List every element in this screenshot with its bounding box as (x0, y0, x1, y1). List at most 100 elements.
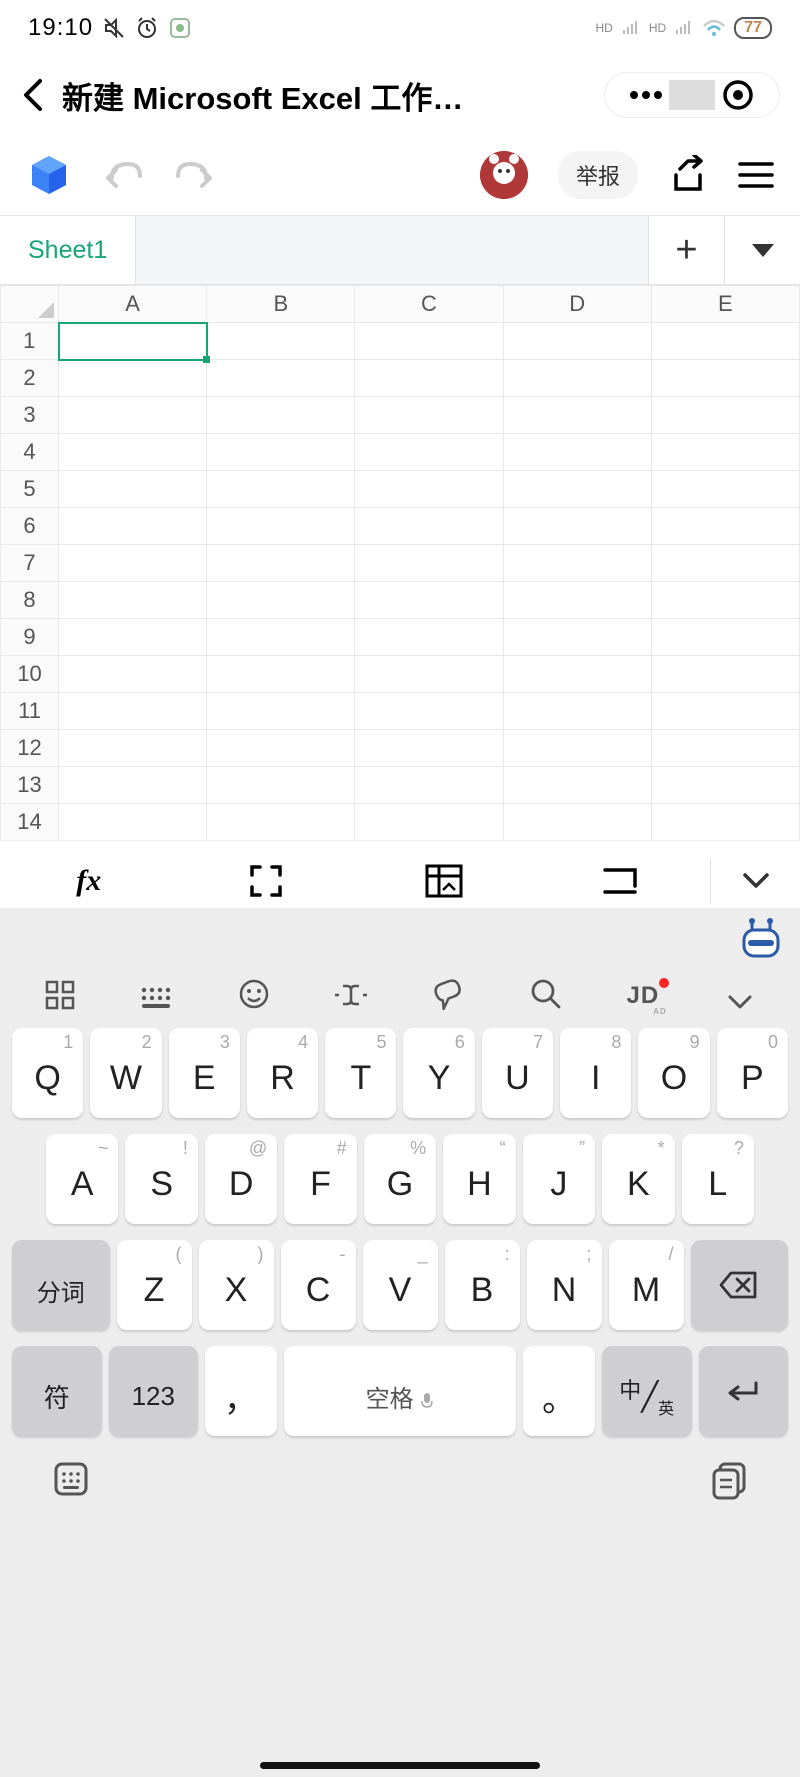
cell-D12[interactable] (503, 730, 651, 767)
cell-C7[interactable] (355, 545, 503, 582)
col-header-D[interactable]: D (503, 286, 651, 323)
key-symbols[interactable]: 符 (12, 1346, 102, 1436)
cell-E8[interactable] (651, 582, 799, 619)
key-O[interactable]: 9O (638, 1028, 709, 1118)
row-header-7[interactable]: 7 (1, 545, 59, 582)
cell-E6[interactable] (651, 508, 799, 545)
kbd-layout-icon[interactable] (127, 986, 187, 1010)
cell-B3[interactable] (207, 397, 355, 434)
cell-B7[interactable] (207, 545, 355, 582)
key-T[interactable]: 5T (325, 1028, 396, 1118)
cell-C1[interactable] (355, 323, 503, 360)
home-indicator[interactable] (260, 1762, 540, 1769)
cell-E11[interactable] (651, 693, 799, 730)
row-header-12[interactable]: 12 (1, 730, 59, 767)
cell-D10[interactable] (503, 656, 651, 693)
cell-B13[interactable] (207, 767, 355, 804)
cell-A14[interactable] (59, 804, 207, 841)
cell-D4[interactable] (503, 434, 651, 471)
key-R[interactable]: 4R (247, 1028, 318, 1118)
cell-E9[interactable] (651, 619, 799, 656)
undo-icon[interactable] (102, 154, 144, 196)
row-header-11[interactable]: 11 (1, 693, 59, 730)
cell-C10[interactable] (355, 656, 503, 693)
app-logo-icon[interactable] (26, 152, 72, 198)
cell-D2[interactable] (503, 360, 651, 397)
row-header-13[interactable]: 13 (1, 767, 59, 804)
key-segment[interactable]: 分词 (12, 1240, 110, 1330)
cell-B9[interactable] (207, 619, 355, 656)
cell-D7[interactable] (503, 545, 651, 582)
cell-D8[interactable] (503, 582, 651, 619)
cell-C13[interactable] (355, 767, 503, 804)
col-header-C[interactable]: C (355, 286, 503, 323)
key-J[interactable]: ”J (523, 1134, 595, 1224)
key-L[interactable]: ?L (682, 1134, 754, 1224)
key-enter[interactable] (699, 1346, 789, 1436)
cell-B2[interactable] (207, 360, 355, 397)
key-F[interactable]: #F (284, 1134, 356, 1224)
cell-E2[interactable] (651, 360, 799, 397)
share-icon[interactable] (668, 155, 708, 195)
select-all-corner[interactable] (1, 286, 59, 323)
cell-A10[interactable] (59, 656, 207, 693)
cell-A9[interactable] (59, 619, 207, 656)
key-language[interactable]: 中╱英 (602, 1346, 692, 1436)
cell-C9[interactable] (355, 619, 503, 656)
cell-C8[interactable] (355, 582, 503, 619)
document-title[interactable]: 新建 Microsoft Excel 工作… (62, 73, 592, 118)
add-sheet-button[interactable]: + (648, 216, 724, 284)
keyboard-next-icon[interactable] (533, 866, 711, 896)
sheet-dropdown-button[interactable] (724, 216, 800, 284)
fullscreen-icon[interactable] (178, 863, 356, 899)
cell-C2[interactable] (355, 360, 503, 397)
key-S[interactable]: !S (125, 1134, 197, 1224)
row-header-2[interactable]: 2 (1, 360, 59, 397)
cell-B4[interactable] (207, 434, 355, 471)
key-K[interactable]: *K (602, 1134, 674, 1224)
cell-A5[interactable] (59, 471, 207, 508)
row-header-3[interactable]: 3 (1, 397, 59, 434)
cell-A11[interactable] (59, 693, 207, 730)
key-Q[interactable]: 1Q (12, 1028, 83, 1118)
row-header-9[interactable]: 9 (1, 619, 59, 656)
kbd-emoji-icon[interactable] (224, 978, 284, 1010)
cell-C12[interactable] (355, 730, 503, 767)
key-Z[interactable]: (Z (117, 1240, 192, 1330)
cell-B12[interactable] (207, 730, 355, 767)
col-header-B[interactable]: B (207, 286, 355, 323)
cell-A7[interactable] (59, 545, 207, 582)
report-button[interactable]: 举报 (558, 151, 638, 199)
clipboard-icon[interactable] (708, 1458, 750, 1500)
key-H[interactable]: “H (443, 1134, 515, 1224)
assistant-icon[interactable] (738, 916, 784, 962)
cell-B14[interactable] (207, 804, 355, 841)
cell-C3[interactable] (355, 397, 503, 434)
cell-C6[interactable] (355, 508, 503, 545)
cell-D11[interactable] (503, 693, 651, 730)
avatar[interactable] (480, 151, 528, 199)
back-icon[interactable] (20, 75, 50, 115)
target-icon[interactable] (715, 79, 761, 111)
cell-A8[interactable] (59, 582, 207, 619)
spreadsheet-area[interactable]: ABCDE123456789101112131415 (0, 285, 800, 840)
cell-D1[interactable] (503, 323, 651, 360)
key-backspace[interactable] (691, 1240, 789, 1330)
col-header-E[interactable]: E (651, 286, 799, 323)
cell-E5[interactable] (651, 471, 799, 508)
row-header-14[interactable]: 14 (1, 804, 59, 841)
cell-E3[interactable] (651, 397, 799, 434)
kbd-cursor-icon[interactable] (321, 980, 381, 1010)
cell-E14[interactable] (651, 804, 799, 841)
cell-D14[interactable] (503, 804, 651, 841)
kbd-grid-icon[interactable] (30, 980, 90, 1010)
fx-button[interactable]: fx (0, 864, 178, 898)
cell-C5[interactable] (355, 471, 503, 508)
key-A[interactable]: ~A (46, 1134, 118, 1224)
key-N[interactable]: ;N (527, 1240, 602, 1330)
col-header-A[interactable]: A (59, 286, 207, 323)
cell-B11[interactable] (207, 693, 355, 730)
key-W[interactable]: 2W (90, 1028, 161, 1118)
cell-A13[interactable] (59, 767, 207, 804)
key-G[interactable]: %G (364, 1134, 436, 1224)
